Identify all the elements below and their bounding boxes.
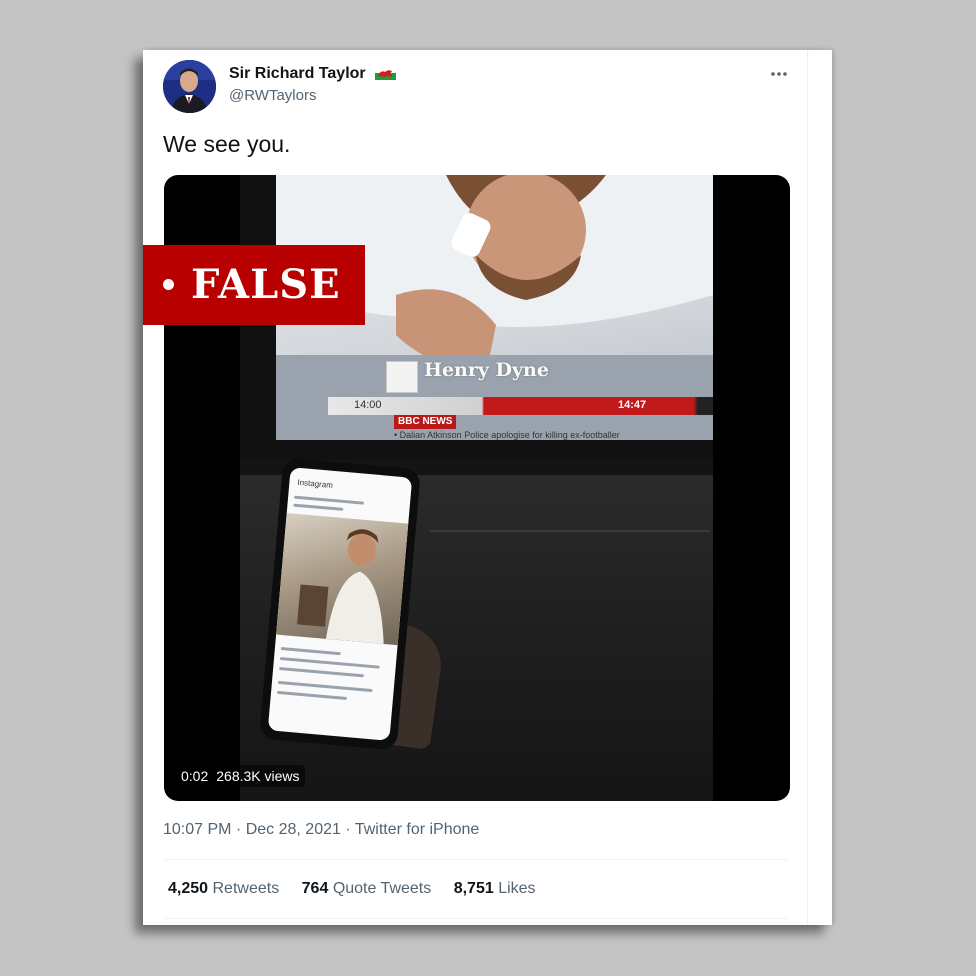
ig-line xyxy=(279,656,380,669)
tv-news-bar: 14:00 14:47 xyxy=(328,397,713,415)
tv-lower-third: Henry Dyne xyxy=(386,359,713,393)
likes-count: 8,751 xyxy=(453,880,494,897)
instagram-photo xyxy=(276,513,409,646)
bullet-icon xyxy=(163,279,174,290)
avatar[interactable] xyxy=(163,60,216,113)
tweet-card: Sir Richard Taylor @RWTaylors We see you… xyxy=(143,50,832,925)
fact-check-verdict: FALSE xyxy=(191,261,341,308)
bbc-news-logo: BBC NEWS xyxy=(394,415,457,429)
card-edge xyxy=(807,50,808,925)
quote-tweets-stat[interactable]: 764 Quote Tweets xyxy=(302,880,432,898)
engagement-stats: 4,250 Retweets 764 Quote Tweets 8,751 Li… xyxy=(168,880,554,898)
likes-label: Likes xyxy=(498,880,536,897)
fact-check-false-label: FALSE xyxy=(143,245,365,325)
bbc-2021-logo xyxy=(386,361,418,393)
retweets-label: Retweets xyxy=(212,880,280,897)
tweet-source-link[interactable]: Twitter for iPhone xyxy=(355,821,480,838)
retweets-count: 4,250 xyxy=(168,880,209,897)
instagram-header: Instagram xyxy=(297,477,334,490)
ig-line xyxy=(279,666,364,678)
tv-ticker: • Dalian Atkinson Police apologise for k… xyxy=(394,430,620,440)
tweet-timestamp: 10:07 PM · Dec 28, 2021 · Twitter for iP… xyxy=(163,821,479,839)
ig-line xyxy=(280,647,341,656)
tv-caption-name: Henry Dyne xyxy=(424,359,549,381)
divider xyxy=(163,859,789,860)
video-views: 268.3K views xyxy=(216,768,300,784)
avatar-photo xyxy=(163,60,216,113)
user-handle[interactable]: @RWTaylors xyxy=(229,87,316,104)
cabinet-edge xyxy=(430,530,710,532)
display-name[interactable]: Sir Richard Taylor xyxy=(229,65,397,85)
divider xyxy=(163,918,789,919)
tv-time-left: 14:00 xyxy=(354,399,382,411)
ig-line xyxy=(293,503,344,511)
phone-screen: Instagram xyxy=(267,467,413,741)
video-time: 0:02 xyxy=(181,768,209,784)
tv-time-right: 14:47 xyxy=(618,399,647,411)
video-stats: 0:02 268.3K views xyxy=(176,765,305,787)
wales-flag-icon xyxy=(375,66,397,85)
quote-tweets-label: Quote Tweets xyxy=(332,880,432,897)
phone: Instagram xyxy=(258,457,422,751)
ig-line xyxy=(276,690,347,700)
likes-stat[interactable]: 8,751 Likes xyxy=(454,880,536,898)
ig-line xyxy=(294,495,365,505)
display-name-text: Sir Richard Taylor xyxy=(229,65,366,82)
tweet-text: We see you. xyxy=(163,131,291,157)
timestamp-text[interactable]: 10:07 PM · Dec 28, 2021 · xyxy=(163,821,355,838)
ig-line xyxy=(277,680,373,693)
retweets-stat[interactable]: 4,250 Retweets xyxy=(168,880,279,898)
more-options-icon[interactable] xyxy=(767,66,791,82)
quote-tweets-count: 764 xyxy=(301,880,329,897)
